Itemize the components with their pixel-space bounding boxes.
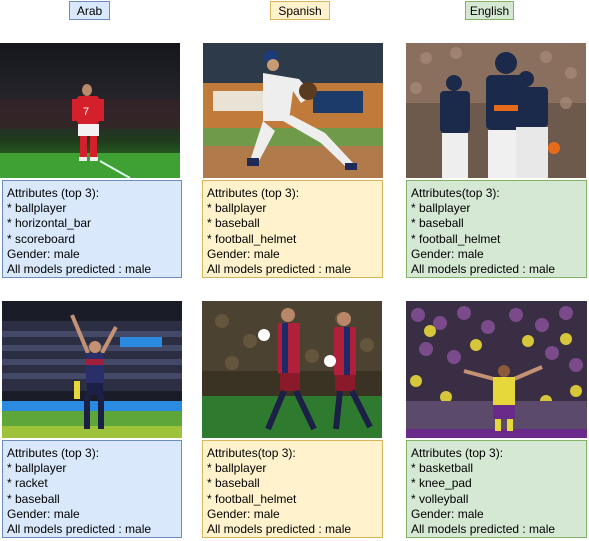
attribute-box-english-2: Attributes (top 3): * basketball * knee_… [406,440,587,538]
attributes-title: Attributes(top 3): [207,446,296,460]
svg-text:7: 7 [83,106,89,118]
attributes-title: Attributes (top 3): [411,446,504,460]
attributes-title: Attributes(top 3): [411,186,500,200]
attribute-item: * baseball [411,216,464,231]
attribute-box-english-1: Attributes(top 3): * ballplayer * baseba… [406,180,587,278]
models-prediction: All models predicted : male [411,262,556,277]
models-prediction: All models predicted : male [207,522,352,537]
attributes-title: Attributes (top 3): [7,186,100,200]
photo-english-2 [406,301,587,438]
gender-label: Gender: male [207,506,280,521]
attribute-item: * baseball [207,216,260,231]
attribute-item: * volleyball [411,491,469,506]
gender-label: Gender: male [411,506,484,521]
column-header-english: English [465,1,514,20]
attributes-title: Attributes (top 3): [7,446,100,460]
attribute-box-spanish-2: Attributes(top 3): * ballplayer * baseba… [202,440,383,538]
gender-label: Gender: male [7,246,80,261]
attribute-item: * football_helmet [207,491,297,506]
photo-spanish-2 [202,301,382,438]
attribute-item: * horizontal_bar [7,216,92,231]
attribute-item: * football_helmet [411,231,501,246]
models-prediction: All models predicted : male [411,522,556,537]
gender-label: Gender: male [7,506,80,521]
attribute-item: * ballplayer [207,461,267,476]
photo-arab-2 [2,301,182,438]
column-header-spanish: Spanish [270,1,330,20]
gender-label: Gender: male [207,246,280,261]
attribute-item: * racket [7,476,48,491]
photo-spanish-1 [203,43,383,178]
column-header-arab: Arab [69,1,110,20]
attribute-item: * ballplayer [7,201,67,216]
attribute-item: * baseball [207,476,260,491]
attribute-item: * baseball [7,491,60,506]
attribute-box-spanish-1: Attributes (top 3): * ballplayer * baseb… [202,180,383,278]
models-prediction: All models predicted : male [7,262,152,277]
attribute-item: * basketball [411,461,474,476]
attribute-item: * ballplayer [411,201,471,216]
models-prediction: All models predicted : male [207,262,352,277]
attribute-item: * knee_pad [411,476,472,491]
attribute-item: * football_helmet [207,231,297,246]
photo-arab-1: 7 [0,43,180,178]
attribute-item: * ballplayer [7,461,67,476]
attribute-box-arab-1: Attributes (top 3): * ballplayer * horiz… [2,180,182,278]
photo-english-1 [406,43,586,178]
models-prediction: All models predicted : male [7,522,152,537]
attribute-item: * ballplayer [207,201,267,216]
attribute-box-arab-2: Attributes (top 3): * ballplayer * racke… [2,440,182,538]
gender-label: Gender: male [411,246,484,261]
attributes-title: Attributes (top 3): [207,186,300,200]
attribute-item: * scoreboard [7,231,76,246]
